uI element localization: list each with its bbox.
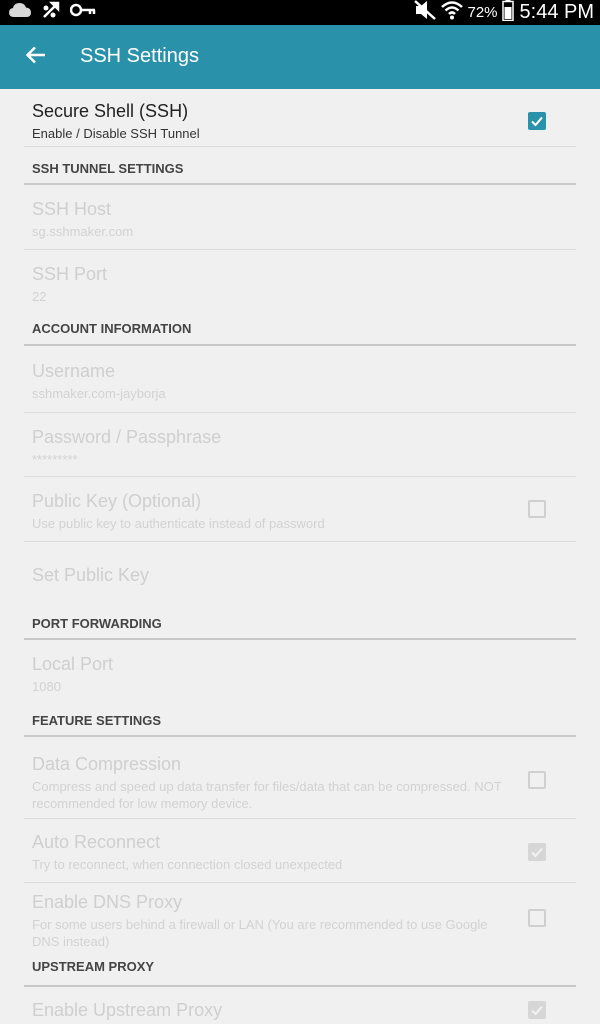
pref-upstream-proxy[interactable]: Enable Upstream Proxy — [24, 987, 576, 1024]
checkmark-icon — [531, 1005, 543, 1016]
status-bar-notifications — [8, 0, 96, 26]
section-title: ACCOUNT INFORMATION — [32, 321, 192, 336]
pref-summary: sg.sshmaker.com — [32, 224, 134, 239]
pref-title: SSH Port — [32, 264, 108, 284]
pref-dns-proxy[interactable]: Enable DNS Proxy For some users behind a… — [24, 883, 576, 955]
compression-checkbox[interactable] — [528, 771, 546, 789]
public-key-checkbox[interactable] — [528, 500, 546, 518]
pref-summary: Enable / Disable SSH Tunnel — [32, 126, 200, 141]
upstream-proxy-checkbox[interactable] — [528, 1001, 546, 1019]
pref-title: Set Public Key — [32, 565, 150, 585]
pref-summary: Use public key to authenticate instead o… — [32, 516, 325, 531]
ssh-checkbox[interactable] — [528, 112, 546, 130]
pref-ssh-port[interactable]: SSH Port 22 — [24, 250, 576, 314]
pref-ssh-host[interactable]: SSH Host sg.sshmaker.com — [24, 185, 576, 250]
dns-proxy-checkbox[interactable] — [528, 909, 546, 927]
key-icon — [69, 3, 96, 22]
pref-summary: For some users behind a firewall or LAN … — [32, 917, 488, 949]
section-header-tunnel: SSH TUNNEL SETTINGS — [24, 147, 576, 185]
pref-username[interactable]: Username sshmaker.com-jayborja — [24, 346, 576, 413]
page-title: SSH Settings — [80, 45, 199, 67]
section-title: FEATURE SETTINGS — [32, 713, 162, 728]
back-arrow-icon — [25, 46, 46, 69]
section-title: UPSTREAM PROXY — [32, 959, 155, 974]
cloud-icon — [8, 2, 32, 23]
pref-summary: sshmaker.com-jayborja — [32, 386, 166, 401]
settings-list: Secure Shell (SSH) Enable / Disable SSH … — [0, 89, 600, 1024]
wifi-icon — [441, 0, 464, 25]
pref-title: Public Key (Optional) — [32, 491, 202, 511]
pref-set-public-key[interactable]: Set Public Key — [24, 542, 576, 608]
pref-password[interactable]: Password / Passphrase ********* — [24, 413, 576, 477]
pref-summary: 22 — [32, 289, 47, 304]
pref-summary: 1080 — [32, 679, 61, 694]
battery-percent: 72% — [467, 4, 498, 21]
section-header-account: ACCOUNT INFORMATION — [24, 314, 576, 346]
app-bar: SSH Settings — [0, 25, 600, 89]
pref-auto-reconnect[interactable]: Auto Reconnect Try to reconnect, when co… — [24, 819, 576, 883]
pref-summary: Try to reconnect, when connection closed… — [32, 857, 343, 872]
pref-title: Local Port — [32, 654, 114, 674]
back-button[interactable] — [20, 41, 52, 73]
pref-title: Username — [32, 361, 116, 381]
pref-title: Auto Reconnect — [32, 832, 161, 852]
pref-title: Secure Shell (SSH) — [32, 101, 189, 121]
battery-icon — [501, 0, 514, 26]
pref-summary: ********* — [32, 452, 78, 467]
pref-secure-shell[interactable]: Secure Shell (SSH) Enable / Disable SSH … — [24, 89, 576, 147]
section-header-forwarding: PORT FORWARDING — [24, 608, 576, 640]
mute-icon — [413, 0, 437, 26]
pref-title: Enable DNS Proxy — [32, 892, 183, 912]
status-bar: 72% 5:44 PM — [0, 0, 600, 25]
pref-title: Enable Upstream Proxy — [32, 1000, 223, 1020]
pref-summary: Compress and speed up data transfer for … — [32, 779, 502, 811]
pref-title: Data Compression — [32, 754, 182, 774]
pref-data-compression[interactable]: Data Compression Compress and speed up d… — [24, 737, 576, 819]
section-header-features: FEATURE SETTINGS — [24, 705, 576, 737]
auto-reconnect-checkbox[interactable] — [528, 843, 546, 861]
checkmark-icon — [531, 847, 543, 858]
pref-title: Password / Passphrase — [32, 427, 222, 447]
pref-title: SSH Host — [32, 199, 112, 219]
section-title: SSH TUNNEL SETTINGS — [32, 161, 184, 176]
status-bar-system: 72% 5:44 PM — [413, 0, 594, 25]
section-title: PORT FORWARDING — [32, 616, 162, 631]
pref-local-port[interactable]: Local Port 1080 — [24, 640, 576, 705]
status-time: 5:44 PM — [519, 1, 594, 23]
checkmark-icon — [531, 116, 543, 127]
pref-public-key[interactable]: Public Key (Optional) Use public key to … — [24, 477, 576, 542]
usb-debug-icon — [40, 0, 62, 26]
section-header-upstream: UPSTREAM PROXY — [24, 955, 576, 987]
